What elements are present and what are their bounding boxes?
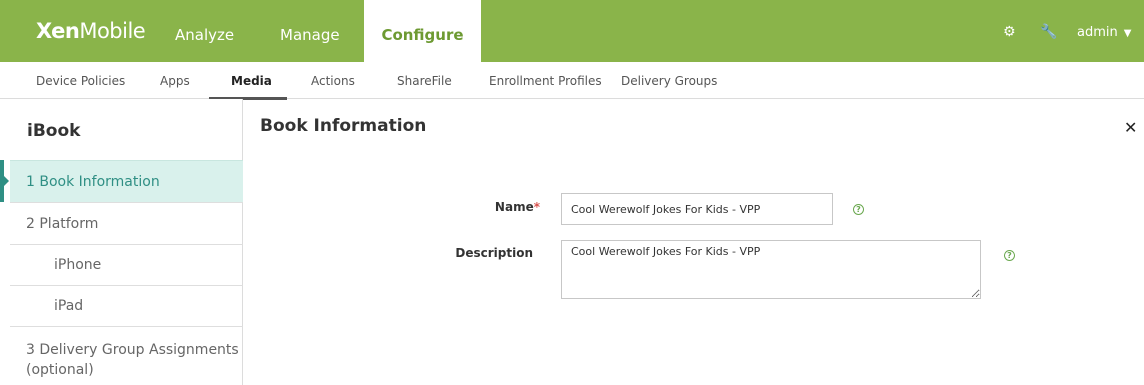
- sidebar-item-label: 2 Platform: [26, 216, 99, 232]
- description-help-icon[interactable]: ?: [1004, 250, 1015, 261]
- nav-analyze[interactable]: Analyze: [175, 0, 234, 62]
- sidebar-item-platform[interactable]: 2 Platform: [10, 202, 243, 244]
- sidebar-item-book-information[interactable]: 1 Book Information: [10, 160, 243, 202]
- name-label: Name*: [494, 200, 540, 214]
- sidebar-item-label: iPad: [54, 298, 84, 314]
- sidebar-item-label: iPhone: [54, 257, 102, 273]
- sidebar-title: iBook: [27, 121, 81, 141]
- tab-enrollment-profiles[interactable]: Enrollment Profiles: [489, 74, 602, 88]
- close-icon[interactable]: ✕: [1124, 118, 1137, 137]
- tab-delivery-groups[interactable]: Delivery Groups: [621, 74, 717, 88]
- wrench-icon[interactable]: 🔧: [1040, 24, 1057, 40]
- nav-configure[interactable]: Configure: [364, 0, 481, 62]
- description-label: Description: [455, 246, 533, 260]
- top-navigation-bar: XenMobile Analyze Manage Configure ⚙ 🔧 a…: [0, 0, 1144, 62]
- description-field[interactable]: Cool Werewolf Jokes For Kids - VPP: [561, 240, 981, 299]
- wizard-sidebar: iBook 1 Book Information 2 Platform iPho…: [0, 99, 243, 385]
- tab-media[interactable]: Media: [231, 74, 272, 88]
- admin-menu[interactable]: admin ▼: [1077, 25, 1131, 40]
- tab-apps[interactable]: Apps: [160, 74, 190, 88]
- sidebar-item-delivery-group-assignments[interactable]: 3 Delivery Group Assignments (optional): [10, 326, 243, 385]
- gear-icon[interactable]: ⚙: [1003, 24, 1016, 40]
- tab-device-policies[interactable]: Device Policies: [36, 74, 125, 88]
- name-help-icon[interactable]: ?: [853, 204, 864, 215]
- active-step-marker: [0, 160, 9, 202]
- required-indicator: *: [533, 200, 540, 214]
- page-title: Book Information: [260, 116, 427, 136]
- sidebar-item-ipad[interactable]: iPad: [10, 285, 243, 326]
- tab-actions[interactable]: Actions: [311, 74, 355, 88]
- nav-manage[interactable]: Manage: [280, 0, 340, 62]
- sidebar-item-iphone[interactable]: iPhone: [10, 244, 243, 285]
- xenmobile-logo[interactable]: XenMobile: [36, 19, 146, 43]
- sidebar-item-label: 3 Delivery Group Assignments (optional): [26, 342, 239, 378]
- chevron-down-icon: ▼: [1123, 28, 1132, 39]
- name-field[interactable]: [561, 193, 833, 225]
- tab-sharefile[interactable]: ShareFile: [397, 74, 452, 88]
- sub-navigation: Device Policies Apps Media Actions Share…: [0, 62, 1144, 100]
- sidebar-item-label: 1 Book Information: [26, 174, 160, 190]
